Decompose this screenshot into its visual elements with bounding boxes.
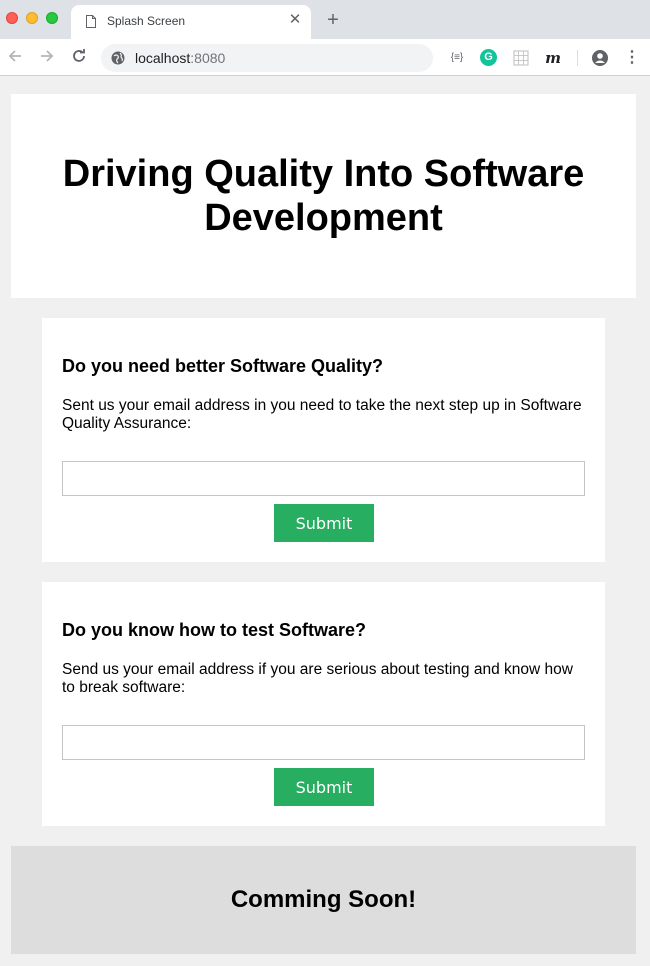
- m-extension-icon[interactable]: m: [544, 49, 562, 67]
- submit-button[interactable]: Submit: [274, 768, 374, 806]
- document-icon: [86, 15, 96, 28]
- url-text: localhost:8080: [135, 50, 225, 66]
- minimize-window-button[interactable]: [26, 12, 38, 24]
- page-title: Driving Quality Into Software Developmen…: [62, 153, 585, 239]
- maximize-window-button[interactable]: [46, 12, 58, 24]
- close-tab-icon[interactable]: ✕: [288, 12, 302, 27]
- url-port: :8080: [190, 50, 226, 66]
- grid-extension-icon[interactable]: [512, 49, 530, 67]
- email-field[interactable]: [62, 725, 585, 760]
- signup-card-testing: Do you know how to test Software? Send u…: [42, 582, 605, 826]
- email-field[interactable]: [62, 461, 585, 496]
- card-description: Sent us your email address in you need t…: [62, 397, 582, 432]
- signup-card-quality: Do you need better Software Quality? Sen…: [42, 318, 605, 562]
- forward-arrow-icon[interactable]: [38, 47, 56, 65]
- new-tab-button[interactable]: +: [323, 10, 343, 30]
- card-description: Send us your email address if you are se…: [62, 661, 573, 696]
- close-window-button[interactable]: [6, 12, 18, 24]
- coming-soon-footer: Comming Soon!: [11, 846, 636, 954]
- reload-icon[interactable]: [70, 47, 88, 65]
- browser-tab-strip: Splash Screen ✕ +: [0, 0, 650, 39]
- tab-title: Splash Screen: [107, 14, 186, 28]
- menu-icon[interactable]: ⋮: [623, 49, 641, 67]
- globe-icon: [111, 51, 125, 65]
- account-icon[interactable]: [591, 49, 609, 67]
- json-viewer-icon[interactable]: {≡}: [448, 49, 466, 67]
- submit-button[interactable]: Submit: [274, 504, 374, 542]
- url-host: localhost: [135, 50, 191, 66]
- grammarly-icon[interactable]: G: [480, 49, 497, 66]
- back-arrow-icon[interactable]: [6, 47, 24, 65]
- browser-toolbar: localhost:8080 {≡} G m ⋮: [0, 39, 650, 76]
- browser-tab[interactable]: Splash Screen ✕: [71, 5, 311, 39]
- toolbar-divider: [577, 50, 578, 66]
- card-heading: Do you know how to test Software?: [62, 620, 367, 640]
- address-bar[interactable]: localhost:8080: [101, 44, 433, 72]
- coming-soon-text: Comming Soon!: [230, 886, 417, 913]
- card-heading: Do you need better Software Quality?: [62, 356, 384, 376]
- hero-banner: Driving Quality Into Software Developmen…: [11, 94, 636, 298]
